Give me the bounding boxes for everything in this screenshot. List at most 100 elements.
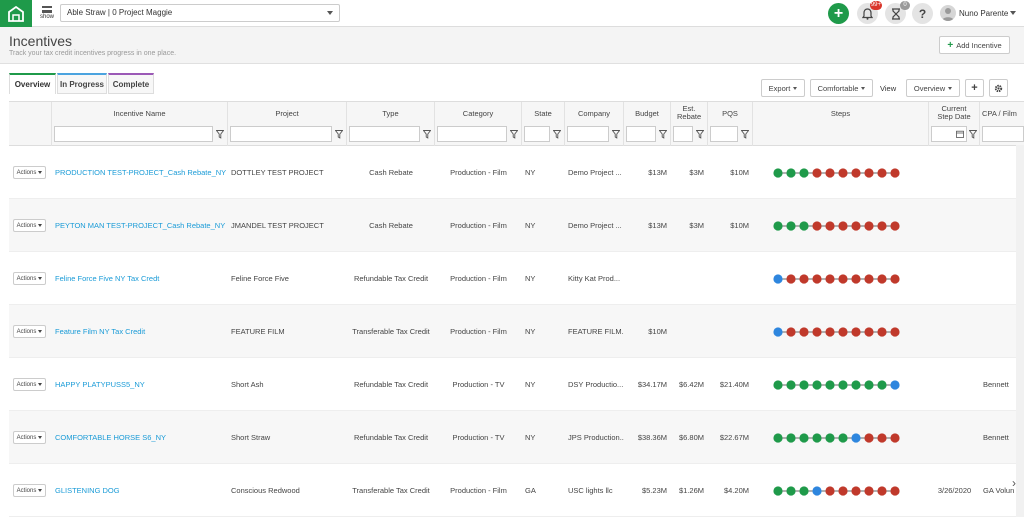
filter-input-cpa[interactable] [982,126,1024,142]
step-dot[interactable] [838,274,848,284]
filter-input-budget[interactable] [626,126,656,142]
actions-button[interactable]: Actions [13,272,46,285]
incentive-name-link[interactable]: PEYTON MAN TEST-PROJECT_Cash Rebate_NY [52,199,228,252]
actions-button[interactable]: Actions [13,378,46,391]
step-dot[interactable] [864,168,874,178]
settings-button[interactable] [989,79,1008,97]
step-dot[interactable] [799,433,809,443]
step-dot[interactable] [786,327,796,337]
filter-icon[interactable] [658,128,668,140]
step-dot[interactable] [864,221,874,231]
step-dot[interactable] [786,380,796,390]
filter-icon[interactable] [422,128,432,140]
column-steps[interactable]: Steps [753,102,929,146]
filter-icon[interactable] [215,128,225,140]
vertical-scrollbar[interactable] [1016,145,1024,517]
step-dot[interactable] [851,221,861,231]
table-row[interactable]: Actions COMFORTABLE HORSE S6_NY Short St… [9,411,1024,464]
step-dot[interactable] [838,221,848,231]
step-dot[interactable] [812,486,822,496]
filter-input-pqs[interactable] [710,126,738,142]
steps-progress[interactable] [772,199,906,252]
filter-input-company[interactable] [567,126,609,142]
steps-progress[interactable] [772,411,906,464]
step-dot[interactable] [799,486,809,496]
table-row[interactable]: Actions GLISTENING DOG Conscious Redwood… [9,464,1024,517]
step-dot[interactable] [851,327,861,337]
step-dot[interactable] [825,380,835,390]
table-row[interactable]: Actions HAPPY PLATYPUSS5_NY Short Ash Re… [9,358,1024,411]
logo-icon[interactable] [0,0,32,27]
step-dot[interactable] [799,380,809,390]
step-dot[interactable] [825,221,835,231]
actions-button[interactable]: Actions [13,325,46,338]
chevron-down-icon[interactable] [1010,11,1016,15]
incentive-name-link[interactable]: HAPPY PLATYPUSS5_NY [52,358,228,411]
step-dot[interactable] [890,433,900,443]
incentive-name-link[interactable]: Feline Force Five NY Tax Credt [52,252,228,305]
step-dot[interactable] [890,380,900,390]
filter-icon[interactable] [552,128,562,140]
step-dot[interactable] [812,168,822,178]
step-dot[interactable] [890,221,900,231]
filter-icon[interactable] [334,128,344,140]
step-dot[interactable] [786,168,796,178]
step-dot[interactable] [851,380,861,390]
tab-overview[interactable]: Overview [9,73,56,94]
step-dot[interactable] [890,168,900,178]
step-dot[interactable] [864,486,874,496]
step-dot[interactable] [773,433,783,443]
step-dot[interactable] [825,168,835,178]
filter-input-category[interactable] [437,126,507,142]
step-dot[interactable] [838,327,848,337]
density-select[interactable]: Comfortable [810,79,873,97]
filter-input-state[interactable] [524,126,550,142]
step-dot[interactable] [838,486,848,496]
step-dot[interactable] [877,433,887,443]
tab-in-progress[interactable]: In Progress [57,73,107,94]
steps-progress[interactable] [772,305,906,358]
step-dot[interactable] [825,327,835,337]
step-dot[interactable] [773,274,783,284]
plus-icon[interactable]: + [828,3,849,24]
step-dot[interactable] [851,274,861,284]
step-dot[interactable] [825,486,835,496]
step-dot[interactable] [812,380,822,390]
step-dot[interactable] [851,433,861,443]
steps-progress[interactable] [772,358,906,411]
step-dot[interactable] [825,433,835,443]
step-dot[interactable] [812,221,822,231]
add-incentive-button[interactable]: + Add Incentive [939,36,1010,54]
step-dot[interactable] [851,168,861,178]
step-dot[interactable] [838,168,848,178]
step-dot[interactable] [799,221,809,231]
incentive-name-link[interactable]: Feature Film NY Tax Credit [52,305,228,358]
steps-progress[interactable] [772,146,906,199]
step-dot[interactable] [786,486,796,496]
actions-button[interactable]: Actions [13,484,46,497]
filter-input-current-step-date[interactable] [931,126,967,142]
step-dot[interactable] [799,327,809,337]
step-dot[interactable] [773,380,783,390]
step-dot[interactable] [812,433,822,443]
step-dot[interactable] [890,486,900,496]
step-dot[interactable] [799,168,809,178]
actions-button[interactable]: Actions [13,219,46,232]
step-dot[interactable] [773,221,783,231]
user-name[interactable]: Nuno Parente [959,9,1008,18]
step-dot[interactable] [825,274,835,284]
table-row[interactable]: Actions Feline Force Five NY Tax Credt F… [9,252,1024,305]
calendar-icon[interactable] [956,130,964,138]
table-row[interactable]: Actions Feature Film NY Tax Credit FEATU… [9,305,1024,358]
step-dot[interactable] [838,380,848,390]
step-dot[interactable] [864,380,874,390]
step-dot[interactable] [812,274,822,284]
table-row[interactable]: Actions PRODUCTION TEST-PROJECT_Cash Reb… [9,146,1024,199]
filter-icon[interactable] [509,128,519,140]
tab-complete[interactable]: Complete [108,73,154,94]
help-icon[interactable]: ? [912,3,933,24]
step-dot[interactable] [890,274,900,284]
incentive-name-link[interactable]: COMFORTABLE HORSE S6_NY [52,411,228,464]
tasks-button[interactable]: 0 [885,1,910,24]
add-view-button[interactable]: + [965,79,984,97]
